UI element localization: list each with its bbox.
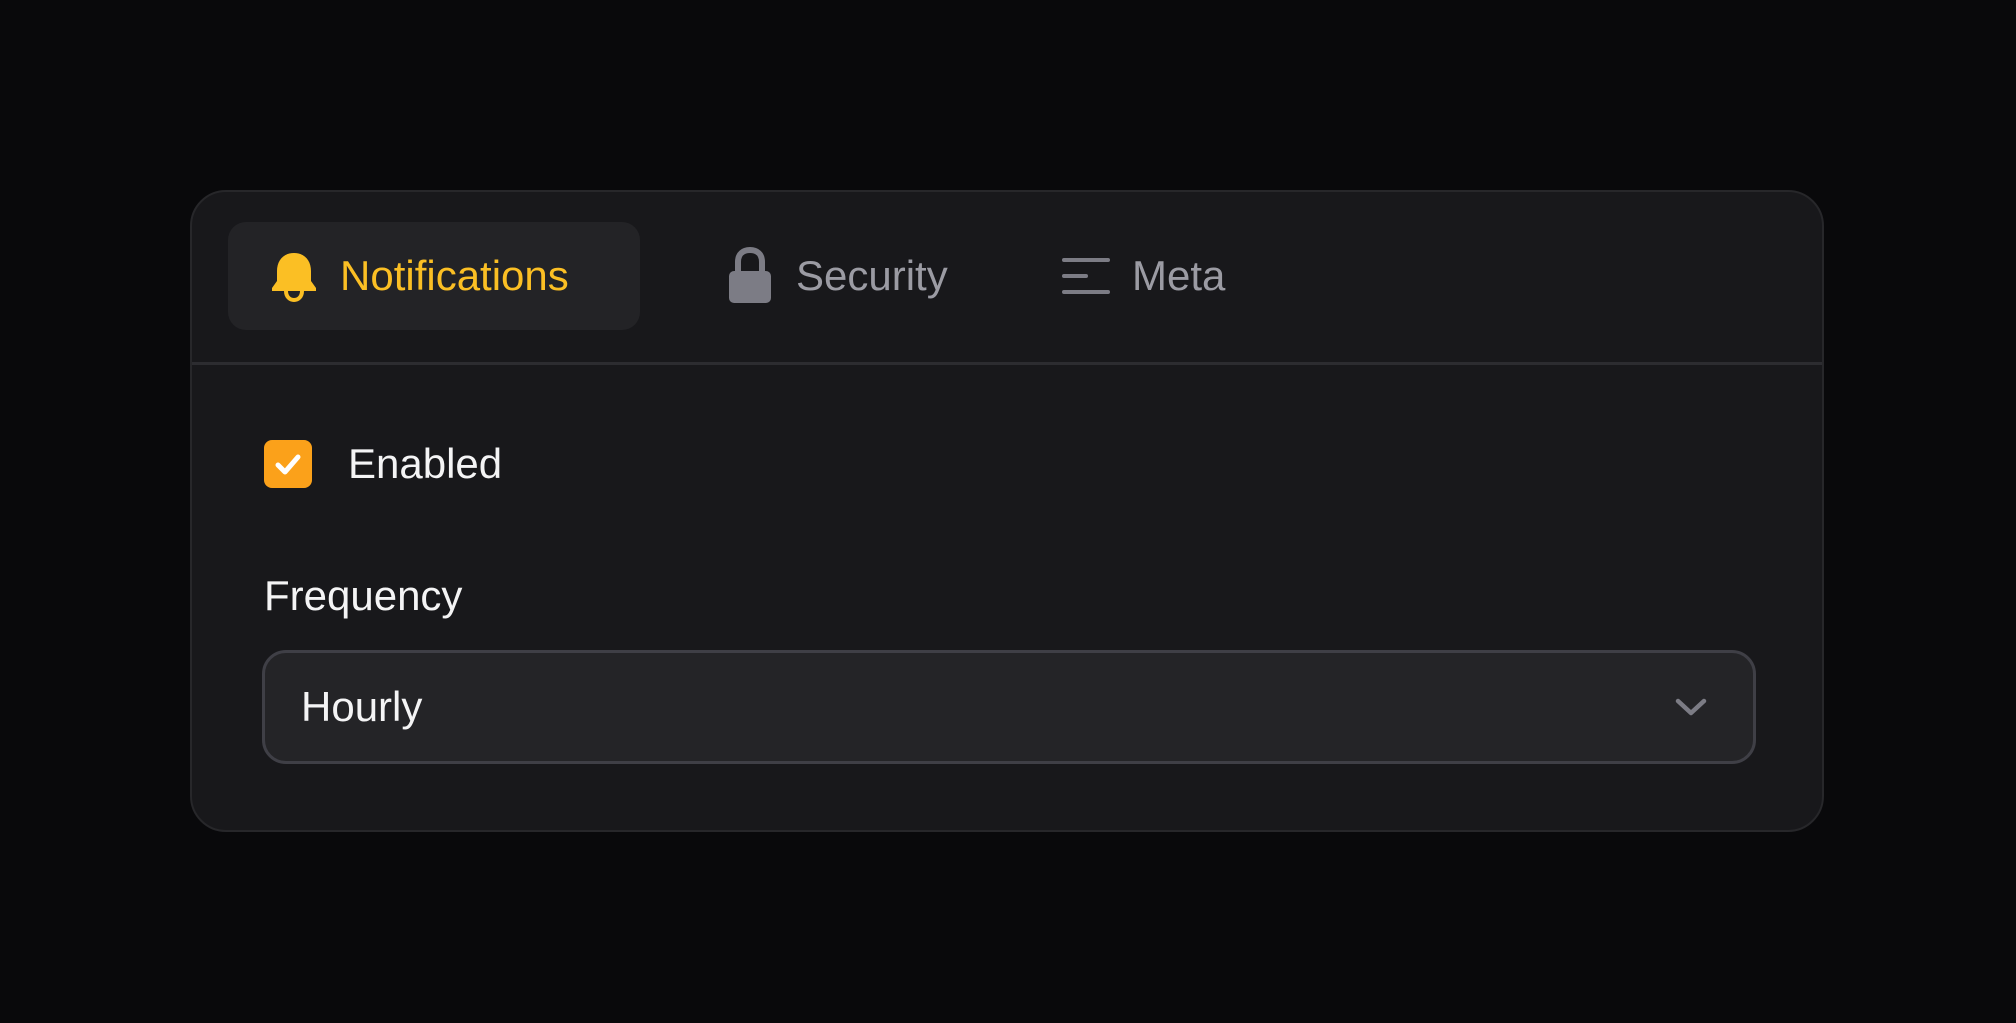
frequency-label: Frequency <box>264 572 463 619</box>
align-left-icon <box>1060 246 1112 306</box>
frequency-value: Hourly <box>301 683 423 730</box>
tab-security[interactable]: Security <box>682 222 982 330</box>
tab-label: Security <box>796 252 948 299</box>
tab-meta[interactable]: Meta <box>1022 222 1282 330</box>
enabled-label: Enabled <box>348 440 503 487</box>
tab-label: Meta <box>1132 252 1226 299</box>
enabled-checkbox[interactable] <box>264 440 312 488</box>
check-icon <box>275 454 301 475</box>
tab-bar: Notifications Security Meta <box>192 192 1822 365</box>
tab-label: Notifications <box>340 252 569 299</box>
enabled-row: Enabled <box>264 440 502 488</box>
tab-notifications[interactable]: Notifications <box>228 222 640 330</box>
frequency-select[interactable]: Hourly <box>262 650 1756 764</box>
settings-card: Notifications Security Meta Enabled Freq… <box>190 190 1824 832</box>
chevron-down-icon <box>1671 687 1711 727</box>
bell-icon <box>268 246 320 306</box>
lock-icon <box>724 246 776 306</box>
